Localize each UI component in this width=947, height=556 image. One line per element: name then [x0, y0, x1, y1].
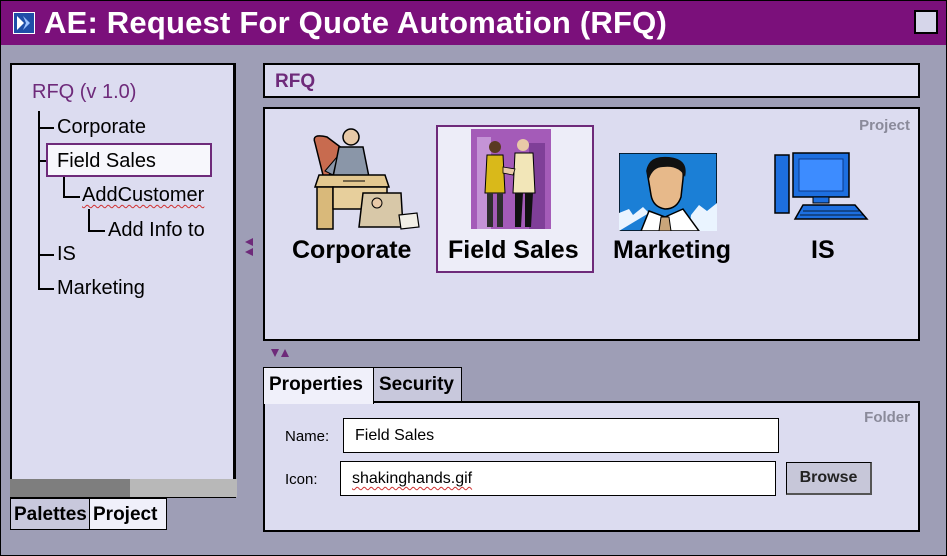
project-item-label: Corporate: [292, 236, 412, 264]
project-tree[interactable]: RFQ (v 1.0) Corporate Field Sales AddCus…: [10, 63, 236, 498]
tree-connector: [38, 254, 54, 256]
app-logo-icon: [13, 12, 35, 34]
vertical-splitter-arrows-icon[interactable]: [244, 237, 254, 257]
name-label: Name:: [285, 428, 330, 445]
tree-connector: [88, 230, 105, 232]
tree-item-field-sales[interactable]: Field Sales: [57, 150, 156, 173]
computer-icon: [774, 152, 869, 220]
tree-horizontal-scrollbar[interactable]: [10, 479, 237, 497]
project-caption: Project: [859, 117, 910, 134]
title-bar[interactable]: AE: Request For Quote Automation (RFQ): [1, 1, 946, 45]
tree-item-addcustomer[interactable]: AddCustomer: [82, 184, 204, 207]
icon-field-value: shakinghands.gif: [352, 470, 473, 487]
tab-properties[interactable]: Properties: [263, 367, 374, 404]
tree-item-add-info[interactable]: Add Info to: [108, 219, 205, 242]
window-title: AE: Request For Quote Automation (RFQ): [44, 5, 667, 40]
breadcrumb: RFQ: [263, 63, 920, 98]
project-item-label: IS: [811, 236, 835, 264]
shaking-hands-icon: [471, 129, 551, 229]
properties-panel: Folder Name: Field Sales Icon: shakingha…: [263, 401, 920, 532]
icon-field[interactable]: shakinghands.gif: [340, 461, 776, 496]
tab-palettes[interactable]: Palettes: [10, 498, 90, 530]
businessman-portrait-icon: [619, 153, 717, 231]
folder-caption: Folder: [864, 409, 910, 426]
tree-connector: [38, 111, 40, 289]
tree-item-is[interactable]: IS: [57, 243, 76, 266]
tab-security[interactable]: Security: [373, 367, 462, 402]
maximize-button[interactable]: [914, 10, 938, 34]
tree-root[interactable]: RFQ (v 1.0): [32, 81, 136, 104]
tree-connector: [88, 209, 90, 231]
tree-item-corporate[interactable]: Corporate: [57, 116, 146, 139]
app-window: AE: Request For Quote Automation (RFQ) R…: [0, 0, 947, 556]
name-field[interactable]: Field Sales: [343, 418, 779, 453]
breadcrumb-label: RFQ: [275, 71, 316, 92]
tree-item-marketing[interactable]: Marketing: [57, 277, 145, 300]
tree-connector: [38, 127, 54, 129]
tree-connector: [38, 288, 54, 290]
tree-connector: [63, 177, 65, 197]
browse-button[interactable]: Browse: [786, 462, 872, 495]
horizontal-splitter-arrows-icon[interactable]: [270, 348, 290, 358]
scrollbar-thumb[interactable]: [10, 479, 130, 497]
icon-label: Icon:: [285, 471, 318, 488]
project-panel[interactable]: Project Corporate Field Sales Marketing …: [263, 107, 920, 341]
office-worker-icon: [313, 128, 420, 230]
project-item-label: Marketing: [613, 236, 732, 264]
tree-connector: [63, 196, 80, 198]
tab-project[interactable]: Project: [89, 498, 167, 530]
project-item-label: Field Sales: [448, 236, 579, 264]
